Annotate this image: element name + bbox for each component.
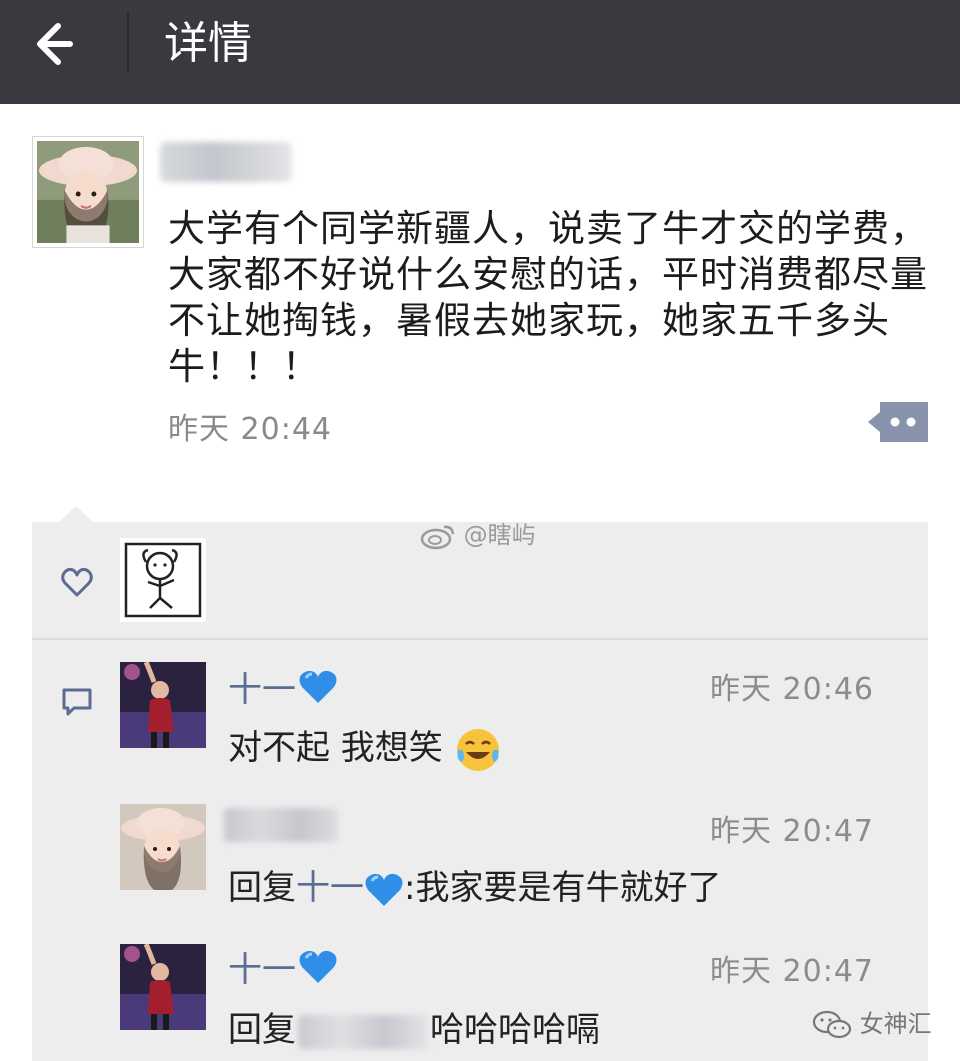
comment-text: 对不起 我想笑 [228, 720, 502, 774]
blue-heart-icon [365, 873, 403, 906]
commenter-name-blurred[interactable] [224, 808, 338, 842]
reply-target-name[interactable]: 十一 [296, 868, 364, 908]
header-divider [127, 12, 129, 72]
laughing-tears-emoji-icon [456, 728, 499, 771]
page-title: 详情 [164, 18, 252, 69]
comment-text-body: :我家要是有牛就好了 [404, 868, 722, 908]
commenter-name-text: 十一 [228, 950, 296, 990]
more-dots-icon [868, 402, 928, 442]
panel-caret [58, 506, 94, 523]
reply-prefix: 回复 [228, 1010, 296, 1050]
wechat-watermark: 女神汇 [812, 1004, 932, 1040]
comment-text-body: 对不起 我想笑 [228, 728, 443, 768]
comment-text: 回复 哈哈哈哈嗝 [228, 1002, 600, 1051]
post-author-avatar[interactable] [32, 136, 144, 248]
panel-divider [32, 638, 928, 640]
wechat-logo-icon [812, 1010, 852, 1039]
commenter-name[interactable]: 十一 [228, 942, 338, 994]
commenter-name-text: 十一 [228, 670, 296, 710]
back-button[interactable] [28, 12, 104, 76]
weibo-watermark-text: @瞎屿 [463, 521, 536, 549]
comment-bubble-icon [62, 688, 92, 716]
comment-text: 回复十一 :我家要是有牛就好了 [228, 860, 721, 909]
post-time: 昨天 20:44 [168, 412, 332, 447]
reply-target-blurred[interactable] [298, 1014, 428, 1049]
wechat-watermark-text: 女神汇 [859, 1010, 932, 1038]
girl-with-hat-avatar [37, 141, 139, 243]
post-author-name-blurred[interactable] [160, 142, 292, 182]
more-button[interactable] [868, 402, 928, 442]
girl-dancing-avatar [120, 662, 206, 748]
heart-outline-icon[interactable] [60, 566, 94, 600]
girl-dancing-avatar [120, 944, 206, 1030]
comment-time: 昨天 20:47 [710, 954, 874, 989]
comment-time: 昨天 20:47 [710, 814, 874, 849]
commenter-avatar[interactable] [120, 944, 206, 1030]
blue-heart-icon [298, 949, 338, 994]
post-text: 大学有个同学新疆人，说卖了牛才交的学费，大家都不好说什么安慰的话，平时消费都尽量… [168, 207, 928, 388]
commenter-name[interactable]: 十一 [228, 662, 338, 714]
weibo-watermark: @瞎屿 [420, 515, 536, 550]
comment-time: 昨天 20:46 [710, 672, 874, 707]
arrow-left-icon [37, 23, 73, 65]
commenter-avatar[interactable] [120, 662, 206, 748]
liker-avatar[interactable] [120, 538, 206, 622]
blue-heart-icon [298, 669, 338, 714]
reply-prefix: 回复 [228, 868, 296, 908]
stick-figure-avatar [120, 538, 206, 622]
comment-text-body: 哈哈哈哈嗝 [430, 1010, 600, 1050]
girl-with-hat-avatar [120, 804, 206, 890]
weibo-logo-icon [420, 525, 455, 550]
top-bar: 详情 [0, 0, 960, 104]
commenter-avatar[interactable] [120, 804, 206, 890]
